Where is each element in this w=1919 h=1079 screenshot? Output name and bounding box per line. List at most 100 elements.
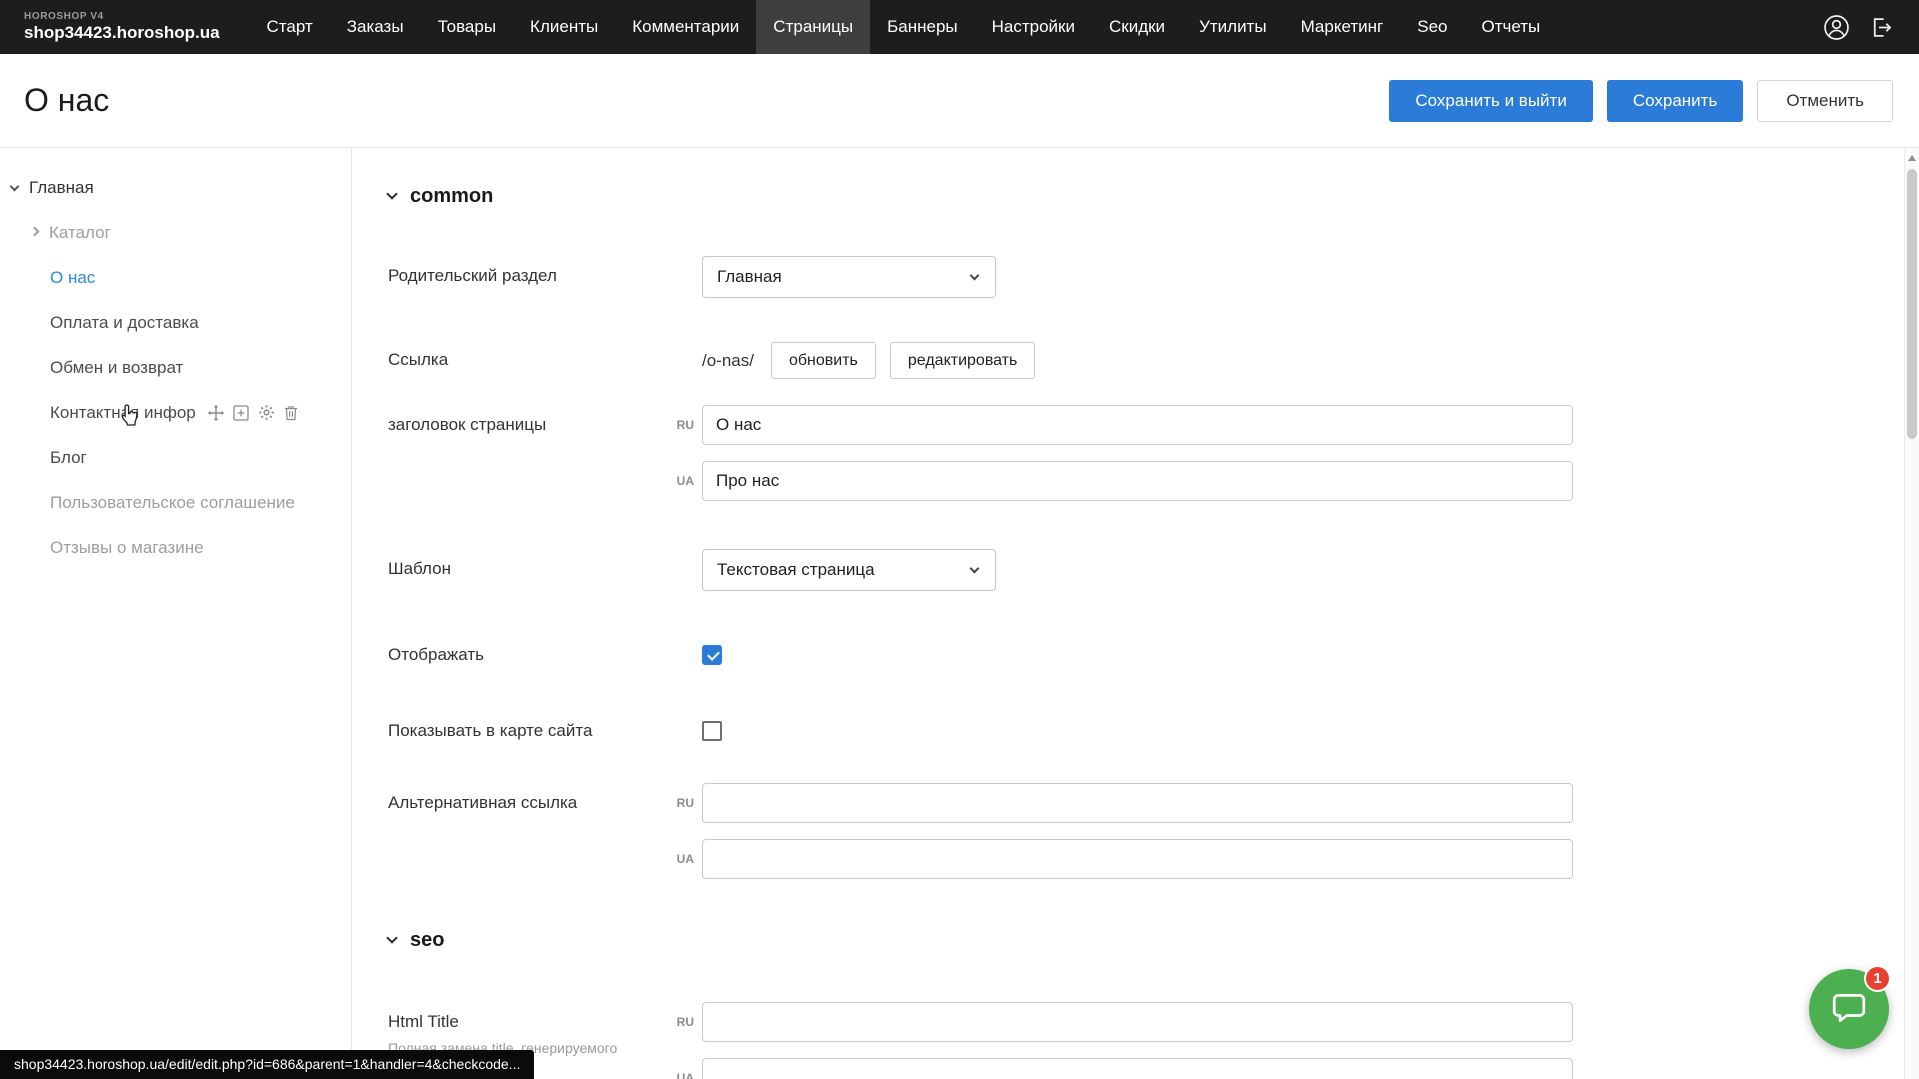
link-controls: /o-nas/ обновить редактировать [702,340,1049,379]
alt-link-ru-input[interactable] [702,783,1573,823]
nav-item-discounts[interactable]: Скидки [1092,0,1182,54]
nav-item-orders[interactable]: Заказы [330,0,421,54]
chevron-down-icon [970,564,980,574]
header-buttons: Сохранить и выйти Сохранить Отменить [1389,80,1893,122]
lang-ru-badge: RU [664,796,694,810]
link-edit-button[interactable]: редактировать [890,342,1035,379]
parent-section-select[interactable]: Главная [702,256,996,298]
sitemap-label: Показывать в карте сайта [388,711,702,741]
tree-item-oplata-dostavka[interactable]: Оплата и доставка [0,300,351,345]
brand-domain: shop34423.horoshop.ua [24,23,220,43]
nav-item-settings[interactable]: Настройки [975,0,1092,54]
brand-version: HOROSHOP V4 [24,11,220,23]
html-title-inputs: RU UA [664,1002,1573,1079]
tree-item-label: Обмен и возврат [50,358,183,378]
nav-item-reports[interactable]: Отчеты [1464,0,1557,54]
tree-item-katalog[interactable]: Каталог [0,210,351,255]
cancel-button[interactable]: Отменить [1757,80,1893,122]
account-icon[interactable] [1823,14,1850,41]
lang-ru-badge: RU [664,418,694,432]
chat-unread-badge: 1 [1864,965,1891,992]
nav-item-marketing[interactable]: Маркетинг [1284,0,1401,54]
display-checkbox[interactable] [702,645,722,665]
logout-icon[interactable] [1868,15,1893,40]
page-title-ru-input[interactable] [702,405,1573,445]
sitemap-checkbox[interactable] [702,721,722,741]
tree-item-actions [208,404,298,421]
link-refresh-button[interactable]: обновить [771,342,876,379]
display-label: Отображать [388,635,702,665]
chevron-down-icon[interactable] [10,181,20,191]
chevron-down-icon[interactable] [386,932,397,943]
page-title-ru-row: RU [664,405,1573,445]
scrollbar-thumb[interactable] [1907,169,1917,439]
tree-item-obmen-vozvrat[interactable]: Обмен и возврат [0,345,351,390]
nav-item-seo[interactable]: Seo [1400,0,1464,54]
chevron-down-icon [970,271,980,281]
nav-item-utilities[interactable]: Утилиты [1182,0,1284,54]
alt-link-ua-input[interactable] [702,839,1573,879]
nav-item-banners[interactable]: Баннеры [870,0,975,54]
tree-item-label: Пользовательское соглашение [50,493,295,513]
template-value: Текстовая страница [717,560,875,580]
template-row: Шаблон Текстовая страница [388,549,1919,591]
page-title-label: заголовок страницы [388,405,664,435]
alt-link-label: Альтернативная ссылка [388,783,664,813]
chat-widget: 1 [1809,969,1889,1049]
lang-ru-badge: RU [664,1015,694,1029]
parent-section-value: Главная [717,267,782,287]
tree-item-glavnaya[interactable]: Главная [0,165,351,210]
lang-ua-badge: UA [664,1071,694,1079]
template-select[interactable]: Текстовая страница [702,549,996,591]
parent-section-label: Родительский раздел [388,256,702,286]
section-common[interactable]: common [388,185,1919,208]
tree-item-o-nas[interactable]: О нас [0,255,351,300]
brand-logo[interactable]: HOROSHOP V4 shop34423.horoshop.ua [0,11,250,42]
alt-link-ua-row: UA [664,839,1573,879]
html-title-row: Html Title Полная замена title, генериру… [388,1002,1919,1079]
page-body: Главная Каталог О нас Оплата и доставка … [0,149,1919,1079]
html-title-ua-row: UA [664,1058,1573,1079]
html-title-ua-input[interactable] [702,1058,1573,1079]
save-and-exit-button[interactable]: Сохранить и выйти [1389,80,1592,122]
nav-item-products[interactable]: Товары [421,0,513,54]
html-title-ru-input[interactable] [702,1002,1573,1042]
tree-item-label: Главная [29,178,94,198]
tree-item-polzovatelskoe[interactable]: Пользовательское соглашение [0,480,351,525]
tree-item-blog[interactable]: Блог [0,435,351,480]
display-row: Отображать [388,635,1919,665]
nav-item-comments[interactable]: Комментарии [615,0,756,54]
vertical-scrollbar[interactable] [1904,149,1919,1079]
gear-icon[interactable] [258,404,275,421]
html-title-ru-row: RU [664,1002,1573,1042]
page-title-ua-input[interactable] [702,461,1573,501]
tree-item-label: Отзывы о магазине [50,538,204,558]
topbar-right [1823,14,1919,41]
scroll-up-arrow-icon[interactable] [1908,155,1916,161]
move-icon[interactable] [208,405,224,421]
page-edit-form: common Родительский раздел Главная Ссылк… [352,149,1919,1079]
chevron-down-icon[interactable] [386,188,397,199]
add-page-icon[interactable] [233,405,249,421]
nav-item-start[interactable]: Старт [250,0,330,54]
link-path: /o-nas/ [702,351,754,371]
page-title-ua-row: UA [664,461,1573,501]
section-seo[interactable]: seo [388,929,1919,952]
trash-icon[interactable] [284,405,298,421]
template-label: Шаблон [388,549,702,579]
topbar: HOROSHOP V4 shop34423.horoshop.ua Старт … [0,0,1919,54]
tree-item-otzyvy[interactable]: Отзывы о магазине [0,525,351,570]
save-button[interactable]: Сохранить [1607,80,1743,122]
nav-item-pages[interactable]: Страницы [756,0,870,54]
tree-item-label: Каталог [49,223,111,243]
nav-item-clients[interactable]: Клиенты [513,0,615,54]
alt-link-row: Альтернативная ссылка RU UA [388,783,1919,879]
tree-item-kontaktnaya-infor[interactable]: Контактная инфор [0,390,351,435]
page-title-row: заголовок страницы RU UA [388,405,1919,501]
chevron-right-icon[interactable] [30,226,40,236]
tree-item-label: О нас [50,268,95,288]
alt-link-inputs: RU UA [664,783,1573,879]
lang-ua-badge: UA [664,852,694,866]
chat-icon [1830,988,1868,1031]
link-label: Ссылка [388,340,702,370]
